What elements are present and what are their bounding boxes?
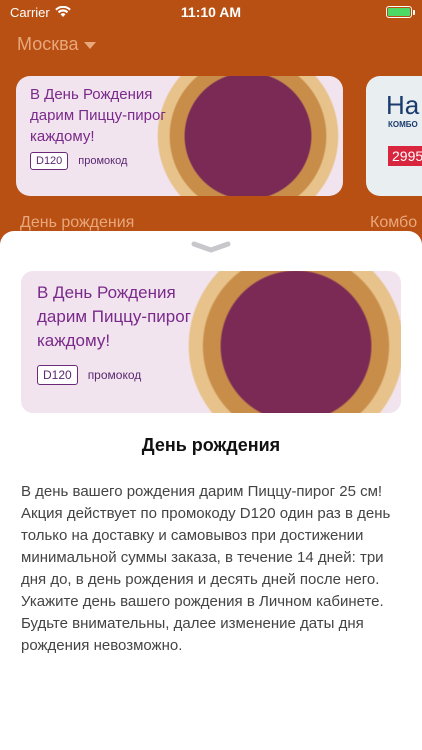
status-bar: Carrier 11:10 AM	[0, 0, 422, 24]
banner-text: В День Рождения дарим Пиццу-пирог каждом…	[37, 283, 191, 350]
battery-fill	[388, 8, 410, 16]
promo-text: В День Рождения дарим Пиццу-пирог каждом…	[30, 86, 166, 145]
promo-caption-birthday[interactable]: День рождения	[20, 214, 134, 232]
battery-icon	[386, 6, 415, 18]
combo-heading: На	[386, 90, 420, 120]
chevron-down-icon[interactable]	[84, 42, 97, 49]
sheet-description: В день вашего рождения дарим Пиццу-пирог…	[21, 483, 391, 654]
promo-card-birthday[interactable]: В День Рождения дарим Пиццу-пирог каждом…	[16, 76, 343, 196]
promo-code: D120	[30, 152, 69, 170]
promo-caption-combo[interactable]: Комбо	[370, 214, 417, 232]
combo-price: 2995	[388, 146, 422, 166]
promo-code-label: промокод	[78, 155, 128, 167]
banner-code-row: D120 промокод	[37, 365, 141, 385]
sheet-handle-chevron-icon[interactable]	[191, 241, 231, 253]
detail-sheet: В День Рождения дарим Пиццу-пирог каждом…	[0, 231, 422, 750]
city-label[interactable]: Москва	[17, 34, 78, 55]
banner-promo-code-label: промокод	[87, 368, 142, 382]
status-time: 11:10 AM	[180, 4, 242, 20]
promo-card-combo[interactable]: На КОМБО 2995	[366, 76, 422, 196]
city-selector[interactable]: Москва	[17, 34, 97, 55]
sheet-title: День рождения	[141, 435, 281, 455]
combo-label: КОМБО	[388, 120, 418, 129]
banner-promo-code: D120	[37, 365, 78, 385]
sheet-promo-banner: В День Рождения дарим Пиццу-пирог каждом…	[21, 271, 401, 413]
promo-code-row: D120 промокод	[30, 152, 127, 170]
